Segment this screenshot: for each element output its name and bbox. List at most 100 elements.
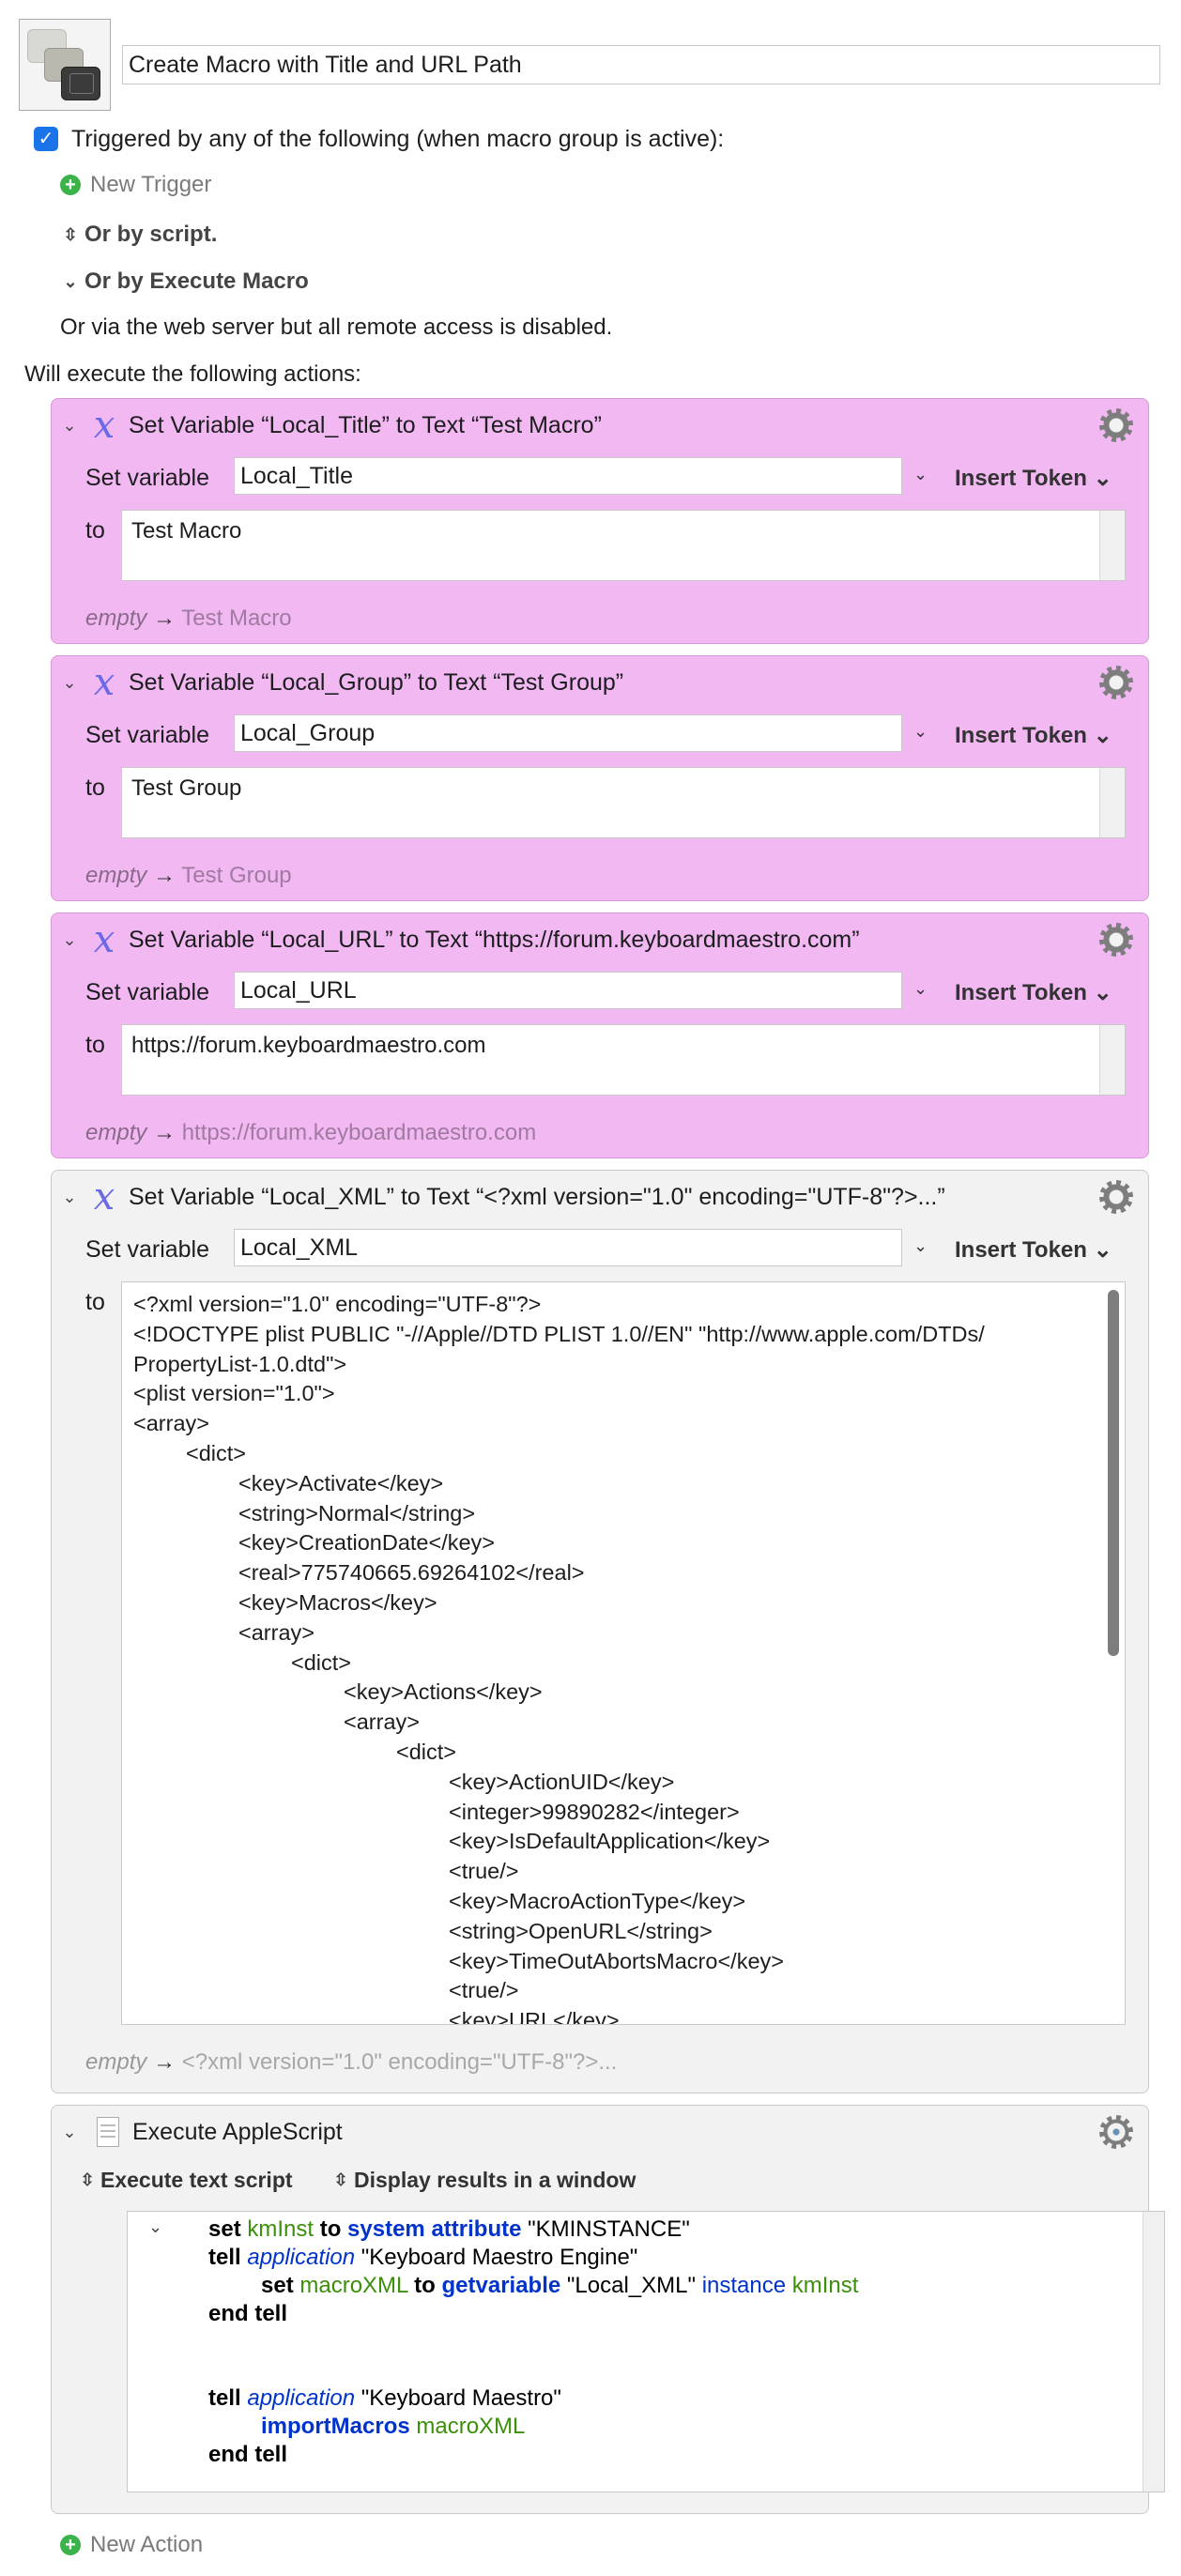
code-line: end tell [208, 2441, 858, 2469]
variable-name-field[interactable]: Local_URL [234, 972, 902, 1009]
to-label: to [85, 774, 105, 801]
code-token: macroXML [416, 2414, 526, 2439]
or-by-script-row[interactable]: ⇳ Or by script. [60, 219, 217, 251]
result-preview: empty → Test Macro [85, 606, 292, 632]
variable-x-icon: x [93, 404, 115, 447]
action-set-variable-xml[interactable]: ⌄ x Set Variable “Local_XML” to Text “<?… [51, 1170, 1149, 2093]
web-server-note: Or via the web server but all remote acc… [60, 314, 613, 340]
action-execute-applescript[interactable]: ⌄ Execute AppleScript ⇳ Execute text scr… [51, 2105, 1165, 2514]
xml-line: <array> [344, 1710, 420, 1735]
xml-line: <!DOCTYPE plist PUBLIC "-//Apple//DTD PL… [133, 1321, 985, 1346]
execute-mode-label: Execute text script [100, 2168, 293, 2192]
chevron-down-icon[interactable]: ⌄ [913, 1236, 928, 1256]
preview-text: https://forum.keyboardmaestro.com [181, 1120, 537, 1145]
variable-name-field[interactable]: Local_Group [234, 714, 902, 752]
insert-token-button[interactable]: Insert Token ⌄ [955, 722, 1112, 749]
variable-name-field[interactable]: Local_XML [234, 1229, 902, 1266]
code-token: macroXML [299, 2273, 408, 2298]
result-mode-popup[interactable]: ⇳ Display results in a window [333, 2164, 636, 2196]
set-variable-label: Set variable [85, 722, 210, 748]
set-variable-label: Set variable [85, 1236, 210, 1263]
or-by-execute-macro-row[interactable]: ⌄ Or by Execute Macro [60, 266, 309, 298]
xml-line: <true/> [449, 1978, 519, 2003]
chevron-down-icon[interactable]: ⌄ [913, 979, 928, 999]
triggered-label: Triggered by any of the following (when … [71, 126, 725, 152]
xml-line: <key>ActionUID</key> [449, 1769, 675, 1794]
value-text: Test Macro [131, 518, 242, 544]
xml-line: <key>TimeOutAbortsMacro</key> [449, 1948, 784, 1973]
code-token: tell [208, 2385, 241, 2411]
code-token: application [247, 2385, 356, 2411]
action-title-bar[interactable]: ⌄ Execute AppleScript [52, 2106, 1148, 2158]
macro-title-field[interactable]: Create Macro with Title and URL Path [122, 45, 1160, 84]
insert-token-button[interactable]: Insert Token ⌄ [955, 465, 1112, 492]
insert-token-label: Insert Token [955, 980, 1087, 1005]
macro-icon[interactable] [19, 19, 111, 111]
arrow-label: → [153, 2049, 176, 2075]
action-title: Set Variable “Local_Group” to Text “Test… [129, 668, 624, 696]
empty-label: empty [85, 606, 147, 631]
chevron-down-icon[interactable]: ⌄ [913, 722, 928, 742]
action-set-variable-url[interactable]: ⌄ x Set Variable “Local_URL” to Text “ht… [51, 912, 1149, 1158]
action-title-bar[interactable]: ⌄ x Set Variable “Local_XML” to Text “<?… [52, 1171, 1148, 1223]
chevron-down-icon[interactable]: ⌄ [59, 930, 80, 950]
variable-x-icon: x [93, 661, 115, 704]
xml-line: <key>Macros</key> [238, 1589, 437, 1615]
gear-icon[interactable] [1099, 1180, 1133, 1214]
script-editor[interactable]: ⌄ set kmInst to system attribute "KMINST… [127, 2211, 1165, 2492]
chevron-down-icon[interactable]: ⌄ [59, 416, 80, 436]
action-title: Set Variable “Local_XML” to Text “<?xml … [129, 1183, 945, 1210]
scrollbar[interactable] [1108, 1290, 1119, 1656]
action-set-variable-title[interactable]: ⌄ x Set Variable “Local_Title” to Text “… [51, 398, 1149, 644]
value-textarea[interactable]: https://forum.keyboardmaestro.com [121, 1024, 1126, 1096]
checkbox-icon[interactable]: ✓ [34, 127, 58, 151]
action-set-variable-group[interactable]: ⌄ x Set Variable “Local_Group” to Text “… [51, 655, 1149, 901]
chevron-down-icon[interactable]: ⌄ [59, 2123, 80, 2142]
result-preview: empty → Test Group [85, 863, 292, 889]
insert-token-button[interactable]: Insert Token ⌄ [955, 979, 1112, 1006]
or-by-execute-macro-label: Or by Execute Macro [84, 268, 309, 294]
chevron-down-icon[interactable]: ⌄ [148, 2217, 162, 2237]
gear-clock-icon[interactable] [1099, 2115, 1133, 2149]
chevron-down-icon[interactable]: ⌄ [913, 465, 928, 484]
chevron-down-icon[interactable]: ⌄ [59, 673, 80, 693]
xml-line: <integer>99890282</integer> [449, 1799, 740, 1824]
xml-textarea[interactable]: <?xml version="1.0" encoding="UTF-8"?> <!… [121, 1281, 1126, 2025]
xml-line: <string>Normal</string> [238, 1500, 476, 1526]
action-title: Set Variable “Local_Title” to Text “Test… [129, 411, 602, 438]
code-token: kmInst [247, 2216, 314, 2242]
new-action-label: New Action [90, 2532, 204, 2557]
new-trigger-button[interactable]: + New Trigger [60, 169, 211, 201]
code-line: end tell [208, 2300, 858, 2328]
arrow-label: → [153, 863, 176, 888]
xml-line: <key>Actions</key> [344, 1679, 543, 1705]
gear-icon[interactable] [1099, 408, 1133, 442]
xml-line: <key>CreationDate</key> [238, 1530, 496, 1556]
chevron-down-icon[interactable]: ⌄ [59, 1188, 80, 1207]
script-code: set kmInst to system attribute "KMINSTAN… [208, 2216, 858, 2469]
xml-line: <dict> [291, 1649, 352, 1675]
add-icon: + [60, 175, 81, 195]
action-title-bar[interactable]: ⌄ x Set Variable “Local_Title” to Text “… [52, 399, 1148, 452]
insert-token-button[interactable]: Insert Token ⌄ [955, 1236, 1112, 1264]
xml-line: PropertyList-1.0.dtd"> [133, 1351, 347, 1376]
preview-text: Test Group [181, 863, 292, 888]
xml-line: <true/> [449, 1859, 519, 1884]
variable-x-icon: x [93, 918, 115, 961]
new-action-button[interactable]: + New Action [60, 2529, 203, 2561]
xml-line: <real>775740665.69264102</real> [238, 1560, 585, 1586]
variable-name-field[interactable]: Local_Title [234, 457, 902, 495]
action-title-bar[interactable]: ⌄ x Set Variable “Local_URL” to Text “ht… [52, 913, 1148, 966]
gear-icon[interactable] [1099, 923, 1133, 957]
gear-icon[interactable] [1099, 666, 1133, 699]
triggered-row[interactable]: ✓ Triggered by any of the following (whe… [34, 122, 724, 156]
updown-chevron-icon: ⇳ [80, 2170, 95, 2189]
execute-mode-popup[interactable]: ⇳ Execute text script [80, 2164, 293, 2196]
code-token: "KMINSTANCE" [528, 2216, 690, 2242]
value-textarea[interactable]: Test Macro [121, 510, 1126, 581]
code-token: "Keyboard Maestro" [360, 2385, 561, 2411]
xml-line: <array> [133, 1411, 209, 1436]
action-title-bar[interactable]: ⌄ x Set Variable “Local_Group” to Text “… [52, 656, 1148, 709]
value-textarea[interactable]: Test Group [121, 767, 1126, 838]
code-token: set [208, 2216, 241, 2242]
